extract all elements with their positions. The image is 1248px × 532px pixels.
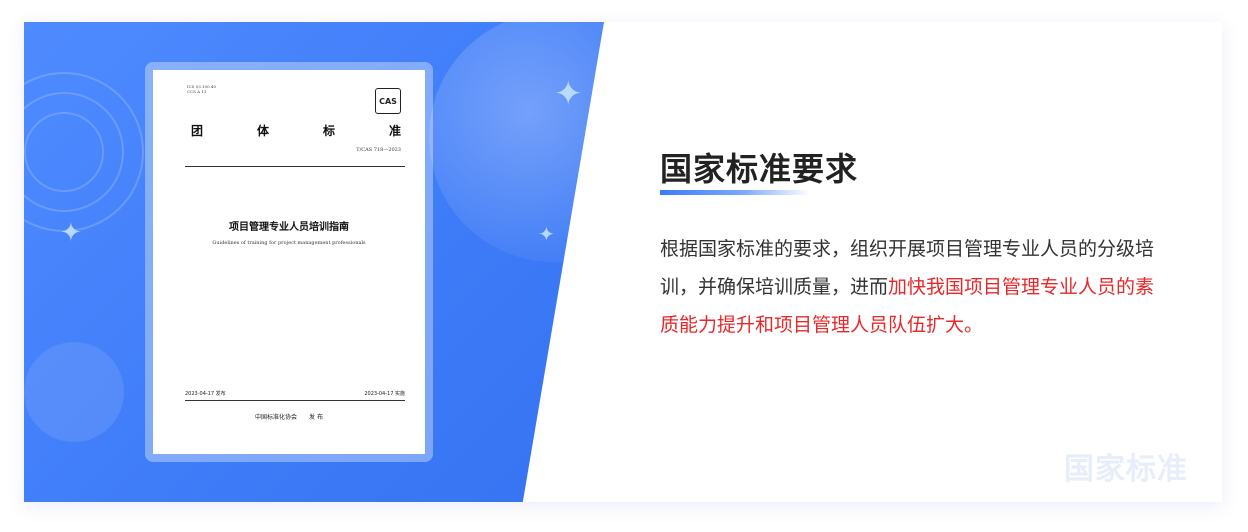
date-row: 2023-04-17 发布 2023-04-17 实施	[185, 390, 405, 397]
standard-document-frame: ICS 03.100.40 CCS A 11 CAS 团 体 标 准 T/CAS…	[145, 62, 433, 462]
divider-bottom	[185, 400, 405, 401]
document-title-cn: 项目管理专业人员培训指南	[229, 222, 349, 233]
ics-line-2: CCS A 11	[187, 89, 207, 94]
standard-type-char: 准	[388, 124, 401, 138]
standard-type-char: 体	[256, 124, 269, 138]
feature-card: ✦ ✦ ✦ ICS 03.100.40 CCS A 11 CAS 团 体 标 准…	[24, 22, 1222, 502]
sparkle-star-icon: ✦	[60, 218, 82, 248]
description-text: 根据国家标准的要求，组织开展项目管理专业人员的分级培训，并确保培训质量，进而加快…	[660, 230, 1160, 344]
decorative-circle-small	[24, 342, 124, 442]
standard-type-label: 团 体 标 准	[191, 122, 401, 139]
sparkle-star-icon: ✦	[538, 222, 555, 246]
section-heading: 国家标准要求	[660, 150, 859, 188]
standard-code: T/CAS 718—2023	[356, 147, 401, 153]
cas-logo: CAS	[375, 88, 401, 114]
standard-document-cover: ICS 03.100.40 CCS A 11 CAS 团 体 标 准 T/CAS…	[153, 70, 425, 454]
issue-date: 2023-04-17 发布	[185, 391, 226, 397]
decorative-circle-large	[429, 22, 604, 262]
divider-top	[185, 166, 405, 167]
standard-type-char: 团	[191, 124, 204, 138]
blue-feature-panel: ✦ ✦ ✦ ICS 03.100.40 CCS A 11 CAS 团 体 标 准…	[24, 22, 604, 502]
ics-code: ICS 03.100.40 CCS A 11	[187, 84, 216, 94]
sparkle-star-icon: ✦	[554, 74, 583, 114]
watermark-text: 国家标准	[1064, 452, 1188, 487]
heading-underline	[660, 190, 810, 195]
publisher: 中国标准化协会 发 布	[255, 414, 323, 421]
concentric-ring-3	[24, 112, 104, 192]
standard-type-char: 标	[322, 124, 335, 138]
effective-date: 2023-04-17 实施	[364, 391, 405, 397]
document-title-en: Guidelines of training for project manag…	[212, 240, 366, 246]
